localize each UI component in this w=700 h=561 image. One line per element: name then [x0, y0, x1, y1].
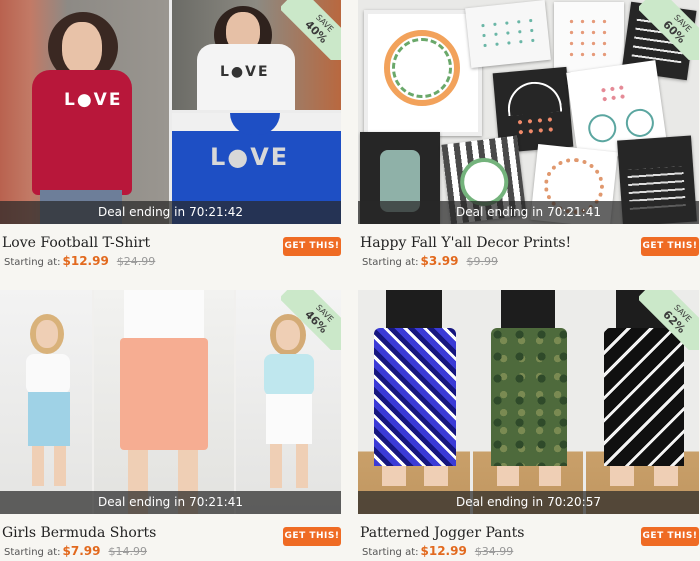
- product-card[interactable]: SAVE 46% Deal ending in 70:21:41 Girls Ber…: [0, 290, 341, 558]
- photo-pink-shorts: [94, 290, 234, 514]
- photo-blue-print-joggers: [358, 290, 470, 514]
- price-row: Starting at: $12.99 $34.99: [362, 544, 513, 558]
- print-world-map: [465, 0, 551, 69]
- product-image[interactable]: L●VE L●VE L●VE SAVE 40% Deal ending in 70:…: [0, 0, 341, 224]
- starting-at-label: Starting at:: [4, 257, 61, 268]
- deal-timer: Deal ending in 70:21:41: [358, 201, 699, 224]
- product-title[interactable]: Happy Fall Y'all Decor Prints!: [360, 235, 571, 251]
- tee-graphic-text-blue: L●VE: [210, 143, 290, 171]
- sale-price: $12.99: [420, 544, 467, 558]
- deal-timer: Deal ending in 70:21:41: [0, 491, 341, 514]
- tee-graphic-text-small: L●VE: [220, 64, 270, 80]
- product-image[interactable]: SAVE 62% Deal ending in 70:20:57: [358, 290, 699, 514]
- get-this-button[interactable]: GET THIS!: [641, 237, 699, 256]
- product-card[interactable]: L●VE L●VE L●VE SAVE 40% Deal ending in 70:…: [0, 0, 341, 268]
- deal-countdown: 70:21:41: [547, 205, 601, 219]
- original-price: $14.99: [108, 545, 147, 558]
- print-wreath-frame: [364, 10, 482, 136]
- get-this-button[interactable]: GET THIS!: [283, 527, 341, 546]
- deal-timer: Deal ending in 70:21:42: [0, 201, 341, 224]
- tee-graphic-text: L●VE: [64, 90, 123, 110]
- get-this-button[interactable]: GET THIS!: [641, 527, 699, 546]
- price-row: Starting at: $3.99 $9.99: [362, 254, 498, 268]
- original-price: $9.99: [466, 255, 498, 268]
- get-this-button[interactable]: GET THIS!: [283, 237, 341, 256]
- save-ribbon: SAVE 60%: [639, 0, 699, 60]
- product-title[interactable]: Patterned Jogger Pants: [360, 525, 524, 541]
- save-ribbon: SAVE 62%: [639, 290, 699, 350]
- original-price: $34.99: [474, 545, 514, 558]
- product-image[interactable]: SAVE 60% Deal ending in 70:21:41: [358, 0, 699, 224]
- deal-countdown: 70:21:41: [189, 495, 243, 509]
- product-image[interactable]: SAVE 46% Deal ending in 70:21:41: [0, 290, 341, 514]
- photo-model-red-shirt: L●VE: [0, 0, 169, 224]
- save-ribbon: SAVE 40%: [281, 0, 341, 60]
- product-title[interactable]: Love Football T-Shirt: [2, 235, 150, 251]
- starting-at-label: Starting at:: [4, 547, 61, 558]
- deal-timer: Deal ending in 70:20:57: [358, 491, 699, 514]
- photo-girl-blue-shorts: [0, 290, 92, 514]
- sale-price: $7.99: [62, 544, 101, 558]
- price-row: Starting at: $12.99 $24.99: [4, 254, 155, 268]
- price-row: Starting at: $7.99 $14.99: [4, 544, 147, 558]
- deal-countdown: 70:21:42: [189, 205, 243, 219]
- photo-camo-joggers: [473, 290, 583, 514]
- product-title[interactable]: Girls Bermuda Shorts: [2, 525, 156, 541]
- save-ribbon: SAVE 46%: [281, 290, 341, 350]
- original-price: $24.99: [116, 255, 156, 268]
- starting-at-label: Starting at:: [362, 547, 419, 558]
- sale-price: $12.99: [62, 254, 109, 268]
- deal-countdown: 70:20:57: [547, 495, 601, 509]
- starting-at-label: Starting at:: [362, 257, 419, 268]
- print-deer: [554, 2, 624, 72]
- product-card[interactable]: SAVE 60% Deal ending in 70:21:41 Happy Fal…: [358, 0, 699, 268]
- sale-price: $3.99: [420, 254, 459, 268]
- product-card[interactable]: SAVE 62% Deal ending in 70:20:57 Patterned…: [358, 290, 699, 558]
